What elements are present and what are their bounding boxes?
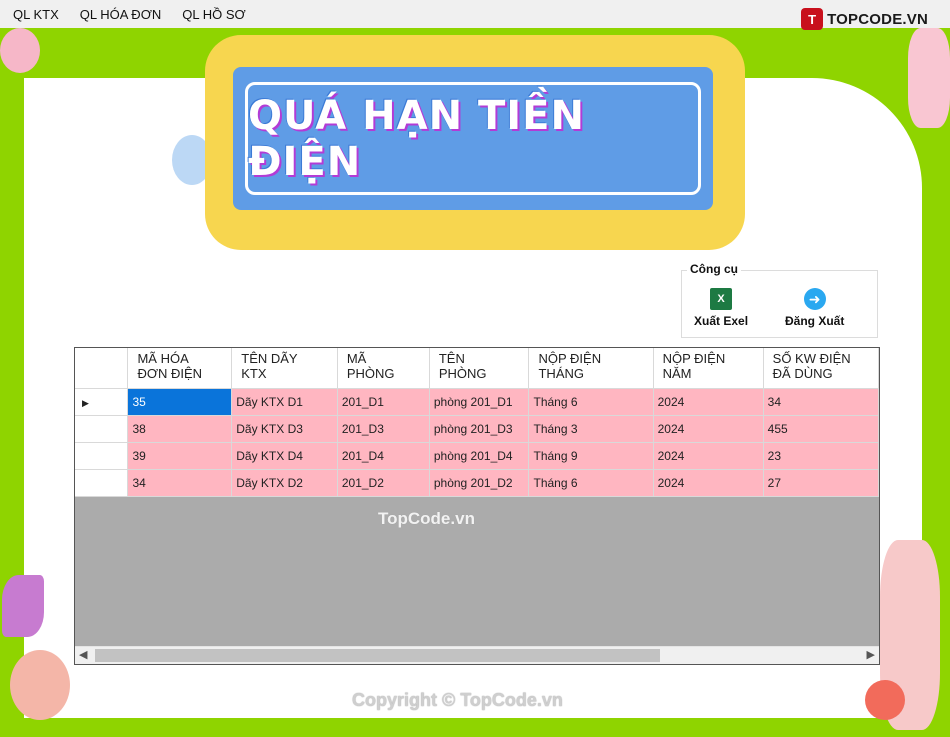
column-header[interactable]: MÃ PHÒNG: [337, 348, 430, 389]
logout-arrow-icon: ➜: [803, 288, 826, 310]
table-cell[interactable]: 201_D1: [337, 388, 430, 416]
table-row[interactable]: 39 Dãy KTX D4 201_D4 phòng 201_D4 Tháng …: [75, 442, 879, 470]
row-header-current[interactable]: ▶: [75, 388, 129, 416]
export-excel-label: Xuất Exel: [694, 314, 749, 328]
table-cell[interactable]: 201_D3: [337, 415, 430, 443]
excel-icon: X: [710, 288, 733, 310]
flower-decoration-top-right: [908, 28, 950, 128]
table-cell[interactable]: Dãy KTX D3: [231, 415, 338, 443]
menu-ql-ho-so[interactable]: QL HỒ SƠ: [182, 7, 245, 22]
page-title: QUÁ HẠN TIỀN ĐIỆN: [248, 92, 585, 185]
table-cell[interactable]: 201_D2: [337, 469, 430, 497]
column-header[interactable]: NỘP ĐIỆN THÁNG: [528, 348, 654, 389]
scrollbar-thumb[interactable]: [95, 649, 660, 662]
table-cell[interactable]: 27: [763, 469, 879, 497]
current-row-arrow-icon: ▶: [82, 398, 89, 408]
column-header[interactable]: TÊN PHÒNG: [429, 348, 530, 389]
table-cell[interactable]: 2024: [653, 442, 764, 470]
row-header-corner: [75, 348, 129, 389]
row-header[interactable]: [75, 415, 129, 443]
table-cell[interactable]: Dãy KTX D2: [231, 469, 338, 497]
table-cell[interactable]: phòng 201_D2: [429, 469, 530, 497]
table-cell[interactable]: 35: [127, 388, 233, 416]
table-cell[interactable]: phòng 201_D3: [429, 415, 530, 443]
table-row[interactable]: 38 Dãy KTX D3 201_D3 phòng 201_D3 Tháng …: [75, 415, 879, 443]
horizontal-scrollbar[interactable]: ◀ ▶: [75, 646, 879, 664]
table-cell[interactable]: 2024: [653, 415, 764, 443]
logout-button[interactable]: ➜ Đăng Xuất: [785, 288, 844, 328]
table-row[interactable]: 34 Dãy KTX D2 201_D2 phòng 201_D2 Tháng …: [75, 469, 879, 497]
copyright-text: Copyright © TopCode.vn: [352, 690, 563, 710]
column-header[interactable]: NỘP ĐIỆN NĂM: [653, 348, 764, 389]
flower-decoration-top-left: [0, 28, 40, 73]
brand-logo: T TOPCODE.VN: [801, 8, 928, 30]
column-header[interactable]: SỐ KW ĐIỆN ĐÃ DÙNG: [763, 348, 879, 389]
column-header[interactable]: TÊN DÃY KTX: [231, 348, 338, 389]
table-cell[interactable]: Tháng 9: [528, 442, 654, 470]
flower-decoration-red: [865, 680, 905, 720]
menu-ql-hoa-don[interactable]: QL HÓA ĐƠN: [80, 7, 161, 22]
table-cell[interactable]: 34: [763, 388, 879, 416]
banner-frame: QUÁ HẠN TIỀN ĐIỆN: [245, 82, 701, 195]
watermark-text: TopCode.vn: [378, 509, 475, 528]
grid-header-row: MÃ HÓA ĐƠN ĐIỆN TÊN DÃY KTX MÃ PHÒNG TÊN…: [75, 348, 879, 389]
table-cell[interactable]: 34: [127, 469, 233, 497]
table-cell[interactable]: 23: [763, 442, 879, 470]
grid-table: MÃ HÓA ĐƠN ĐIỆN TÊN DÃY KTX MÃ PHÒNG TÊN…: [75, 348, 879, 497]
table-cell[interactable]: 38: [127, 415, 233, 443]
table-cell[interactable]: 455: [763, 415, 879, 443]
brand-text: TOPCODE.VN: [827, 10, 928, 28]
row-header[interactable]: [75, 469, 129, 497]
table-cell[interactable]: Dãy KTX D1: [231, 388, 338, 416]
butterfly-decoration: [2, 575, 44, 637]
table-cell[interactable]: 201_D4: [337, 442, 430, 470]
table-cell[interactable]: phòng 201_D1: [429, 388, 530, 416]
table-cell[interactable]: Tháng 6: [528, 469, 654, 497]
table-cell[interactable]: 2024: [653, 469, 764, 497]
tool-group-label: Công cụ: [687, 262, 741, 276]
table-cell[interactable]: Tháng 3: [528, 415, 654, 443]
flower-decoration-bottom-left: [10, 650, 70, 720]
scroll-left-icon[interactable]: ◀: [79, 648, 87, 661]
scroll-right-icon[interactable]: ▶: [867, 648, 875, 661]
data-grid[interactable]: MÃ HÓA ĐƠN ĐIỆN TÊN DÃY KTX MÃ PHÒNG TÊN…: [74, 347, 880, 665]
export-excel-button[interactable]: X Xuất Exel: [694, 288, 748, 328]
table-cell[interactable]: Dãy KTX D4: [231, 442, 338, 470]
table-cell[interactable]: phòng 201_D4: [429, 442, 530, 470]
logout-label: Đăng Xuất: [785, 314, 845, 328]
table-row[interactable]: ▶ 35 Dãy KTX D1 201_D1 phòng 201_D1 Thán…: [75, 388, 879, 416]
table-cell[interactable]: 39: [127, 442, 233, 470]
table-cell[interactable]: 2024: [653, 388, 764, 416]
row-header[interactable]: [75, 442, 129, 470]
menu-ql-ktx[interactable]: QL KTX: [13, 7, 59, 22]
table-cell[interactable]: Tháng 6: [528, 388, 654, 416]
topcode-logo-icon: T: [801, 8, 824, 30]
column-header[interactable]: MÃ HÓA ĐƠN ĐIỆN: [127, 348, 233, 389]
